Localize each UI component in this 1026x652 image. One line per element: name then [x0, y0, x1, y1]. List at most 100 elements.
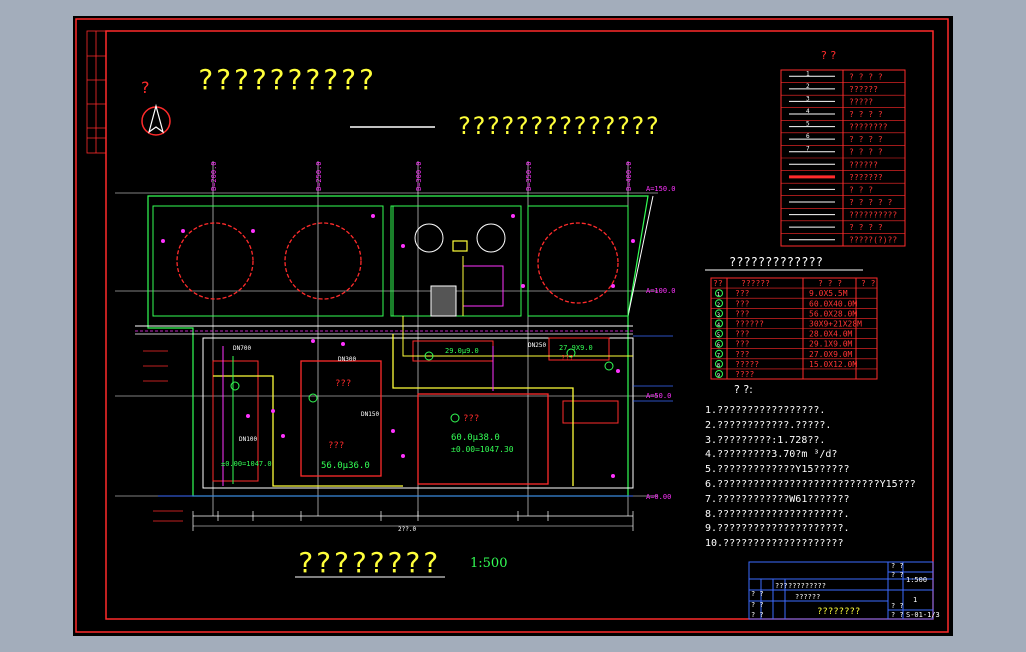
axis-label-a50: A=50.0 — [646, 392, 671, 400]
legend-label-14: ?????(?)?? — [849, 236, 897, 245]
table-cell-no: 2 — [717, 302, 720, 308]
table-header-3: ? ? ? — [818, 279, 842, 288]
table-cell-name: ????? — [735, 360, 759, 369]
note-item: 10.???????????????????? — [705, 538, 844, 550]
pipe-label-dn100: DN100 — [239, 436, 257, 443]
title-block-cell-7: ? ? — [891, 602, 904, 610]
title-block-cell-2: ? ? — [891, 571, 904, 579]
axis-label-b250: B=250.0 — [315, 161, 323, 191]
pipe-label-dn150: DN150 — [361, 411, 379, 418]
legend-label-8: ?????? — [849, 160, 878, 169]
table-cell-no: 5 — [717, 333, 720, 339]
table-header-2: ?????? — [741, 279, 770, 288]
note-item: 4.?????????3.70?m ³/d? — [705, 449, 838, 461]
title-block-cell-5: ? ? — [751, 611, 764, 619]
legend-code-7: 7 — [806, 146, 810, 153]
small-tank-1 — [414, 223, 444, 253]
table-cell-name: ??? — [735, 299, 750, 308]
table-cell-name: ??? — [735, 340, 750, 349]
axis-label-b350: B=350.0 — [525, 161, 533, 191]
note-item: 3.?????????:1.728??. — [705, 434, 826, 446]
legend-symbols: 1 2 3 4 5 6 7 — [789, 70, 835, 241]
title-block-cell-9: 1 — [913, 596, 917, 604]
legend-label-9: ??????? — [849, 173, 883, 182]
table-cell-size: 27.0X9.0M — [809, 350, 853, 359]
building-right-elev: ±0.00=1047.30 — [451, 445, 514, 454]
drawing-sheet: B=200.0 B=250.0 B=300.0 B=350.0 B=400.0 … — [73, 16, 953, 636]
legend-label-2: ?????? — [849, 85, 878, 94]
legend-code-4: 4 — [806, 108, 810, 115]
axis-label-b200: B=200.0 — [210, 161, 218, 191]
table-cell-size: 60.0X40.0M — [809, 299, 857, 308]
axis-label-b300: B=300.0 — [415, 161, 423, 191]
table-cell-no: 6 — [717, 343, 720, 349]
axis-label-b400: B=400.0 — [625, 161, 633, 191]
legend-heading: ? ? — [821, 49, 837, 62]
note-item: 9.?????????????????????. — [705, 523, 850, 535]
building-left-sublabel: ??? — [328, 441, 344, 451]
notes-heading: ? ?: — [734, 383, 753, 396]
pipe-label-dn700: DN700 — [233, 345, 251, 352]
note-item: 8.?????????????????????. — [705, 508, 850, 520]
notes-list: 1.?????????????????. 2.????????????.?????… — [705, 405, 916, 553]
legend-code-2: 2 — [806, 83, 810, 90]
table-cell-name: ??? — [735, 309, 750, 318]
plan-scale: 1:500 — [470, 556, 508, 571]
table-cell-no: 4 — [717, 323, 720, 329]
legend-label-1: ? ? ? ? — [849, 72, 883, 81]
note-item: 6.???????????????????????????Y15??? — [705, 478, 916, 490]
drawing-subtitle: ?????????????? — [457, 112, 660, 140]
building-table-heading: ????????????? — [729, 255, 823, 269]
legend-label-7: ? ? ? ? — [849, 148, 883, 157]
legend-label-6: ? ? ? ? — [849, 135, 883, 144]
axis-label-a0: A=0.00 — [646, 493, 671, 501]
pipe-label-dn300: DN300 — [338, 356, 356, 363]
table-cell-no: 8 — [717, 363, 720, 369]
table-cell-no: 7 — [717, 353, 720, 359]
legend-code-3: 3 — [806, 95, 810, 102]
table-cell-name: ??? — [735, 330, 750, 339]
table-cell-no: 3 — [717, 312, 720, 318]
table-cell-size: 15.0X12.0M — [809, 360, 857, 369]
legend-code-5: 5 — [806, 121, 810, 128]
tank-2 — [284, 222, 362, 300]
north-compass-icon — [141, 103, 171, 136]
title-block-cell-8: ? ? — [891, 611, 904, 619]
legend-label-12: ?????????? — [849, 211, 897, 220]
tank-1 — [176, 222, 254, 300]
title-block-scale: 1:500 — [906, 576, 927, 584]
legend-code-1: 1 — [806, 70, 810, 77]
table-header-4: ? ? — [861, 279, 876, 288]
table-cell-size: 28.0X4.0M — [809, 330, 853, 339]
title-block-cell-6: ??? — [775, 582, 788, 590]
table-cell-name: ??? — [735, 350, 750, 359]
building-right-dim: 60.0µ38.0 — [451, 433, 500, 443]
plan-title: ???????? — [297, 546, 440, 579]
legend-label-3: ????? — [849, 97, 873, 106]
title-block-cell-4: ? ? — [751, 601, 764, 609]
axis-label-a150: A=150.0 — [646, 185, 676, 193]
table-cell-size: 30X9+21X28M — [809, 320, 862, 329]
building-right-label: ??? — [463, 414, 479, 424]
small-tank-2 — [476, 223, 506, 253]
drawing-main-title: ?????????? — [197, 63, 376, 96]
table-cell-no: 9 — [717, 373, 720, 379]
table-cell-size: 9.0X5.5M — [809, 289, 848, 298]
table-cell-name: ??? — [735, 289, 750, 298]
title-block-sheet-title: ???????? — [817, 607, 860, 617]
legend-code-6: 6 — [806, 133, 810, 140]
legend-texts: ? ? ? ????????????? ? ? ?????????? ? ? ?… — [849, 72, 897, 244]
title-block-cell-3: ? ? — [751, 590, 764, 598]
title-block-sheet-no: S-01-1/3 — [906, 611, 940, 619]
building-left-label: ??? — [335, 379, 351, 389]
title-block-drawing-name: ?????? — [795, 593, 820, 601]
building-left-elev: ±0.00=1047.0 — [221, 460, 272, 468]
building-left-dim: 56.0µ36.0 — [321, 461, 370, 471]
small-building-1-label: 29.0µ9.0 — [445, 347, 479, 355]
legend-label-11: ? ? ? ? ? — [849, 198, 893, 207]
note-item: 5.?????????????Y15?????? — [705, 464, 850, 476]
legend-label-13: ? ? ? ? — [849, 223, 883, 232]
table-cell-size: 56.0X28.0M — [809, 309, 857, 318]
compass-label: ? — [141, 78, 150, 97]
table-cell-name: ???? — [735, 370, 754, 379]
